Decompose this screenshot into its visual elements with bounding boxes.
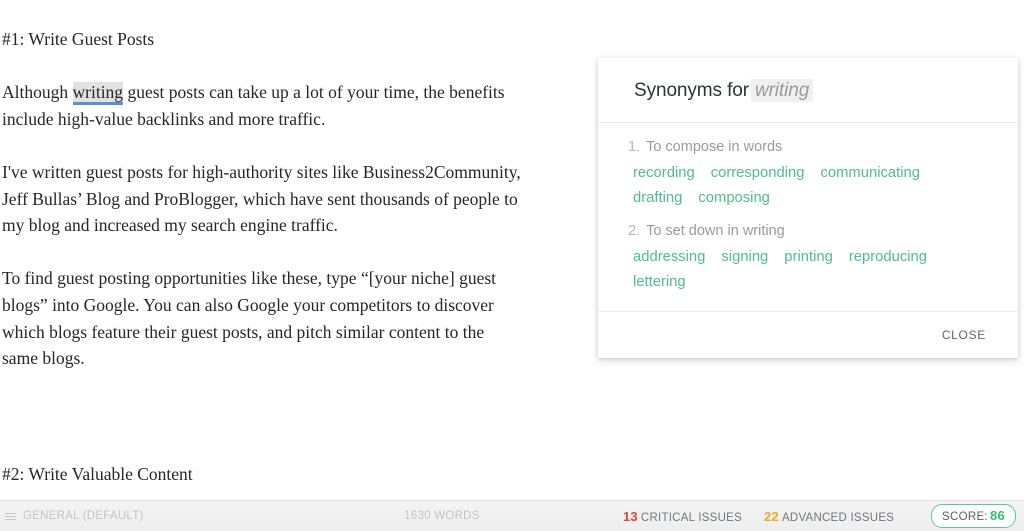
synonym-word[interactable]: printing (784, 246, 833, 268)
synonym-word[interactable]: addressing (633, 246, 705, 268)
document-paragraph-1: Although writing guest posts can take up… (2, 79, 522, 132)
synonym-sense-1: 1. To compose in words recording corresp… (628, 139, 988, 209)
issues-summary: 13 CRITICAL ISSUES 22 ADVANCED ISSUES (623, 509, 916, 524)
synonyms-title-prefix: Synonyms for (634, 80, 749, 101)
score-label: SCORE: (942, 511, 988, 523)
status-style-selector[interactable]: GENERAL (DEFAULT) (0, 510, 404, 522)
score-value: 86 (989, 508, 1005, 523)
synonym-word[interactable]: drafting (633, 187, 682, 209)
synonym-word[interactable]: lettering (633, 271, 686, 293)
hamburger-icon (5, 511, 16, 522)
document-heading-2: #2: Write Valuable Content (2, 464, 193, 485)
status-bar: GENERAL (DEFAULT) 1630 WORDS 13 CRITICAL … (0, 500, 1024, 531)
document-spacer (2, 398, 522, 461)
synonym-word[interactable]: signing (721, 246, 768, 268)
advanced-issues-count: 22 (764, 508, 779, 524)
synonyms-panel-header: Synonyms for writing (598, 58, 1018, 123)
synonyms-panel-footer: CLOSE (598, 311, 1018, 358)
sense-number-1: 1. (628, 139, 641, 155)
synonym-list-1: recording corresponding communicating dr… (628, 162, 963, 209)
sense-definition-2: To set down in writing (646, 223, 785, 239)
style-label: GENERAL (DEFAULT) (23, 510, 144, 522)
document-heading-1: #1: Write Guest Posts (2, 29, 155, 49)
paragraph-1-text-before: Although (2, 82, 73, 103)
score-area: SCORE: 86 (916, 504, 1024, 528)
synonyms-panel: Synonyms for writing 1. To compose in wor… (598, 58, 1018, 358)
highlighted-word[interactable]: writing (72, 82, 124, 106)
synonym-word[interactable]: corresponding (711, 162, 805, 184)
document-paragraph-2: I've written guest posts for high-author… (2, 161, 521, 236)
advanced-issues-group[interactable]: 22 ADVANCED ISSUES (764, 509, 894, 524)
sense-number-2: 2. (628, 223, 641, 239)
sense-definition-row-2: 2. To set down in writing (628, 223, 988, 239)
advanced-issues-label: ADVANCED ISSUES (781, 511, 895, 524)
synonym-list-2: addressing signing printing reproducing … (628, 246, 963, 293)
critical-issues-count: 13 (622, 508, 638, 524)
score-badge[interactable]: SCORE: 86 (931, 504, 1016, 528)
synonyms-target-word: writing (750, 79, 814, 102)
sense-definition-row-1: 1. To compose in words (628, 139, 988, 155)
critical-issues-label: CRITICAL ISSUES (640, 511, 743, 524)
document-body[interactable]: #1: Write Guest Posts Although writing g… (2, 26, 522, 488)
sense-definition-1: To compose in words (646, 139, 783, 155)
synonym-word[interactable]: composing (698, 187, 770, 209)
synonym-word[interactable]: communicating (820, 162, 920, 184)
document-paragraph-3: To find guest posting opportunities like… (2, 268, 497, 369)
word-count: 1630 WORDS (404, 510, 480, 522)
synonyms-panel-body: 1. To compose in words recording corresp… (598, 123, 1018, 311)
synonym-sense-2: 2. To set down in writing addressing sig… (628, 223, 988, 293)
close-button[interactable]: CLOSE (940, 326, 988, 344)
critical-issues-group[interactable]: 13 CRITICAL ISSUES (623, 509, 742, 524)
synonym-word[interactable]: reproducing (849, 246, 927, 268)
synonym-word[interactable]: recording (633, 162, 695, 184)
